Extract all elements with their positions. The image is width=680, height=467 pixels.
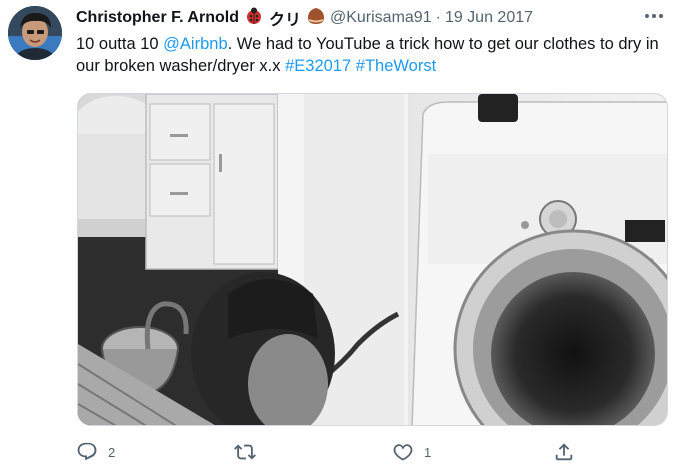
hashtag-e32017-link[interactable]: #E32017 <box>285 57 351 75</box>
author-handle[interactable]: @Kurisama91 <box>330 9 432 27</box>
tweet-photo[interactable] <box>77 93 668 426</box>
tweet-text-part: 10 outta 10 <box>76 35 164 53</box>
tweet-actions: 2 1 <box>76 440 676 464</box>
chestnut-icon <box>306 7 326 30</box>
tweet-date[interactable]: 19 Jun 2017 <box>445 9 533 27</box>
retweet-icon <box>234 444 256 460</box>
heart-icon <box>393 444 413 461</box>
more-options-icon[interactable] <box>642 8 666 24</box>
author-avatar[interactable] <box>8 6 62 60</box>
washer-dryer-photo <box>78 94 667 425</box>
share-button[interactable] <box>553 440 575 464</box>
tweet-header: Christopher F. Arnold クリ @Kurisama91 · 1… <box>76 7 533 29</box>
author-display-name[interactable]: Christopher F. Arnold <box>76 9 239 27</box>
separator-dot: · <box>435 9 441 26</box>
share-icon <box>555 443 573 461</box>
hashtag-theworst-link[interactable]: #TheWorst <box>356 57 436 75</box>
reply-icon <box>77 442 97 461</box>
like-button[interactable]: 1 <box>392 440 431 464</box>
tweet-text: 10 outta 10 @Airbnb. We had to YouTube a… <box>76 33 668 77</box>
reply-count: 2 <box>108 444 116 460</box>
ladybug-icon <box>244 7 264 30</box>
avatar-photo <box>8 6 62 60</box>
kuri-text: クリ <box>268 10 301 29</box>
like-count: 1 <box>424 444 432 460</box>
mention-airbnb-link[interactable]: @Airbnb <box>163 35 227 53</box>
retweet-button[interactable] <box>234 440 266 464</box>
reply-button[interactable]: 2 <box>76 440 115 464</box>
